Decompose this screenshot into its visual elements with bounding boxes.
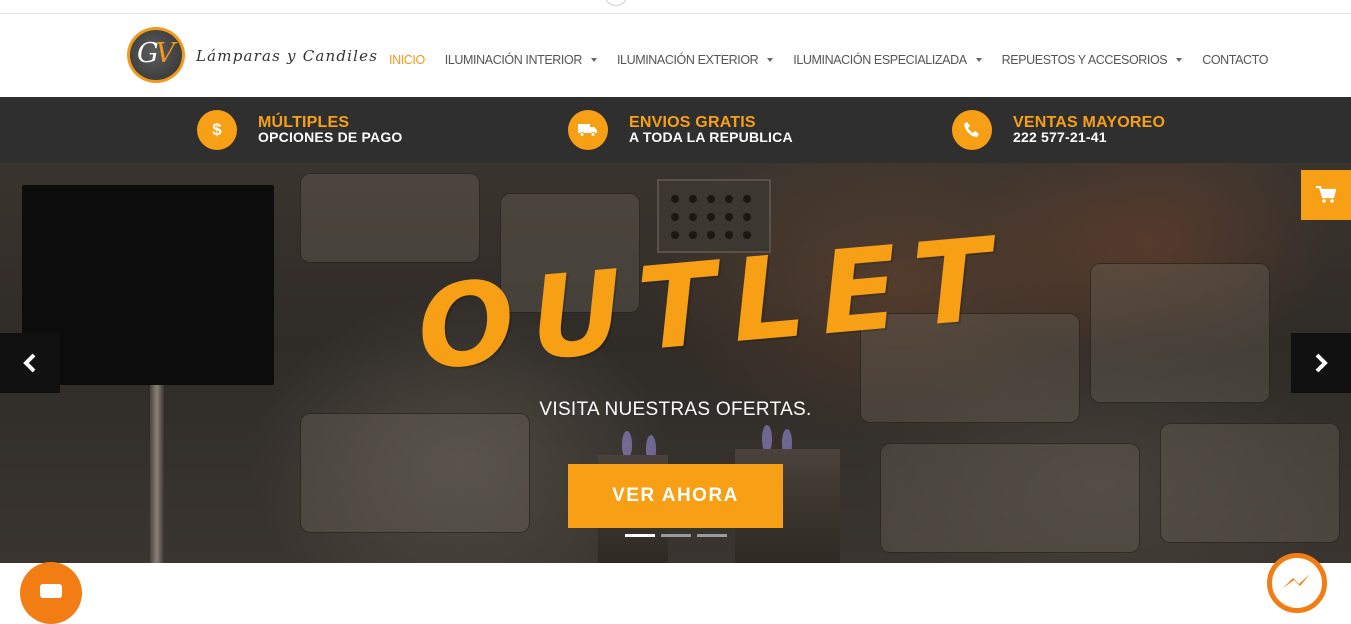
nav-item-contacto[interactable]: CONTACTO xyxy=(1202,53,1268,67)
benefit-wholesale: VENTAS MAYOREO 222 577-21-41 xyxy=(952,108,1165,152)
ver-ahora-button[interactable]: VER AHORA xyxy=(568,464,783,528)
nav-item-label: ILUMINACIÓN INTERIOR xyxy=(444,53,583,67)
wall-stone xyxy=(300,413,530,533)
hero-slider: OUTLET VISITA NUESTRAS OFERTAS. VER AHOR… xyxy=(0,163,1351,563)
wall-stone xyxy=(880,443,1140,553)
brand-logo[interactable]: GV xyxy=(127,27,185,83)
caret-down-icon xyxy=(590,58,597,62)
phone-icon xyxy=(952,110,992,150)
benefit-title: MÚLTIPLES xyxy=(258,114,350,131)
wall-stone xyxy=(1090,263,1270,403)
chat-icon xyxy=(40,584,62,598)
dollar-icon: $ xyxy=(197,110,237,150)
messenger-button[interactable] xyxy=(1267,553,1327,613)
slide-dot[interactable] xyxy=(625,534,655,537)
lamp-pole xyxy=(150,363,164,563)
slide-dot[interactable] xyxy=(661,534,691,537)
nav-item-label: CONTACTO xyxy=(1202,53,1269,67)
cart-icon xyxy=(1316,186,1336,203)
chat-widget-button[interactable] xyxy=(20,562,82,624)
main-menu: INICIO ILUMINACIÓN INTERIOR ILUMINACIÓN … xyxy=(389,51,1268,69)
benefit-subtitle[interactable]: 222 577-21-41 xyxy=(1013,130,1165,145)
truck-icon xyxy=(568,110,608,150)
slider-next-button[interactable] xyxy=(1291,333,1351,393)
nav-item-label: INICIO xyxy=(389,53,425,67)
top-toggle-tab[interactable] xyxy=(604,0,628,6)
chevron-left-icon xyxy=(23,353,36,373)
wall-stone xyxy=(300,173,480,263)
caret-down-icon xyxy=(1176,58,1183,62)
slider-pagination xyxy=(625,534,727,537)
nav-item-label: ILUMINACIÓN ESPECIALIZADA xyxy=(793,53,967,67)
benefit-shipping: ENVIOS GRATIS A TODA LA REPUBLICA xyxy=(568,108,793,152)
nav-item-inicio[interactable]: INICIO xyxy=(389,53,425,67)
benefit-subtitle: A TODA LA REPUBLICA xyxy=(629,129,793,145)
chevron-right-icon xyxy=(1315,353,1328,373)
benefit-subtitle: OPCIONES DE PAGO xyxy=(258,129,403,145)
top-strip xyxy=(0,0,1351,14)
benefit-title: VENTAS MAYOREO xyxy=(1013,114,1166,131)
caret-down-icon xyxy=(767,58,774,62)
fire-flame xyxy=(622,431,632,457)
benefits-bar: $ MÚLTIPLES OPCIONES DE PAGO ENVIOS GRAT… xyxy=(0,97,1351,163)
nav-item-label: ILUMINACIÓN EXTERIOR xyxy=(616,53,759,67)
nav-item-repuestos-accesorios[interactable]: REPUESTOS Y ACCESORIOS xyxy=(1002,53,1183,67)
cart-button[interactable] xyxy=(1301,170,1351,220)
benefit-title: ENVIOS GRATIS xyxy=(629,114,756,131)
benefit-payment: $ MÚLTIPLES OPCIONES DE PAGO xyxy=(197,108,403,152)
slide-dot[interactable] xyxy=(697,534,727,537)
slider-prev-button[interactable] xyxy=(0,333,60,393)
brand-name[interactable]: Lámparas y Candiles xyxy=(196,47,378,65)
nav-item-iluminacion-especializada[interactable]: ILUMINACIÓN ESPECIALIZADA xyxy=(793,53,982,67)
caret-down-icon xyxy=(975,58,982,62)
messenger-icon xyxy=(1283,574,1310,588)
wall-stone xyxy=(1160,423,1340,543)
nav-item-label: REPUESTOS Y ACCESORIOS xyxy=(1001,53,1168,67)
fire-flame xyxy=(762,425,772,451)
site-header: GV Lámparas y Candiles INICIO ILUMINACIÓ… xyxy=(0,14,1351,97)
nav-item-iluminacion-exterior[interactable]: ILUMINACIÓN EXTERIOR xyxy=(616,53,774,67)
hero-subtitle: VISITA NUESTRAS OFERTAS. xyxy=(539,399,812,420)
nav-item-iluminacion-interior[interactable]: ILUMINACIÓN INTERIOR xyxy=(445,53,597,67)
